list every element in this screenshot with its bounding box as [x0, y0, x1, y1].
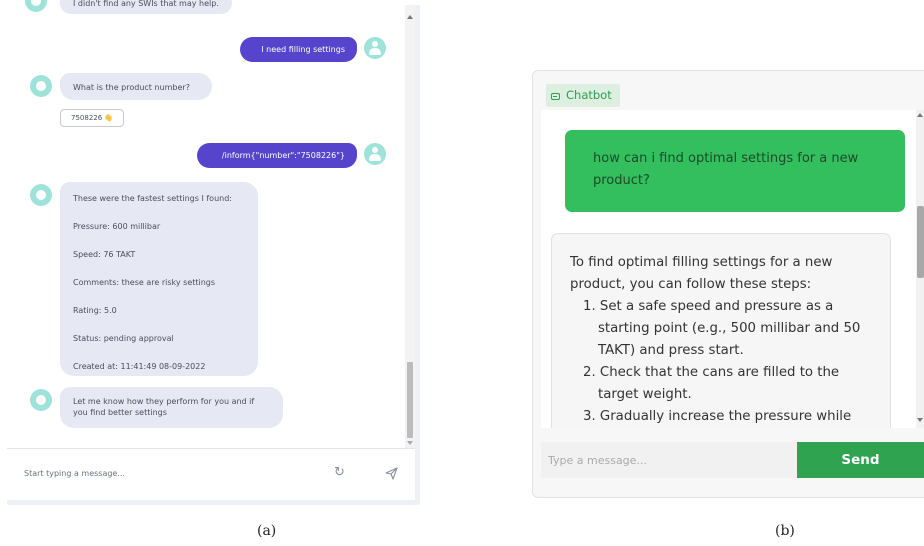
message-input[interactable] — [541, 442, 797, 478]
bot-message: Let me know how they perform for you and… — [60, 387, 283, 428]
send-button[interactable]: Send — [797, 442, 924, 478]
message-line: Pressure: 600 millibar — [73, 222, 161, 231]
message-line: Comments: these are risky settings — [73, 278, 216, 287]
step-continuation: TAKT) and press start. — [598, 343, 744, 358]
message-text: /inform{"number":"7508226"} — [221, 151, 345, 160]
chat-icon — [551, 93, 560, 100]
user-message: I need filling settings — [240, 37, 357, 62]
scroll-down-arrow-icon[interactable] — [917, 418, 923, 422]
bot-avatar — [30, 389, 52, 411]
step-continuation: target weight. — [598, 387, 692, 402]
refresh-icon[interactable]: ↻ — [334, 466, 345, 480]
bot-message-settings: These were the fastest settings I found:… — [60, 182, 258, 376]
scroll-down-arrow-icon[interactable] — [407, 441, 413, 445]
message-line: To find optimal filling settings for a n… — [570, 255, 833, 270]
message-line: Speed: 76 TAKT — [73, 250, 136, 259]
bot-avatar — [30, 75, 52, 97]
chat-scrollbar[interactable] — [916, 110, 924, 428]
message-text: I didn't find any SWIs that may help. — [73, 0, 219, 8]
user-message: how can i find optimal settings for a ne… — [565, 130, 905, 212]
message-line: product? — [593, 173, 650, 188]
message-line: you find better settings — [73, 408, 167, 417]
message-line: Rating: 5.0 — [73, 306, 117, 315]
bot-message: What is the product number? — [60, 73, 212, 100]
message-line: Status: pending approval — [73, 334, 174, 343]
chat-history-a: I didn't find any SWIs that may help. I … — [7, 0, 405, 448]
bot-message: To find optimal filling settings for a n… — [551, 233, 891, 428]
bot-avatar — [25, 0, 47, 12]
scroll-up-arrow-icon[interactable] — [407, 15, 413, 19]
user-avatar — [364, 143, 386, 165]
chat-scrollbar[interactable] — [405, 5, 415, 447]
quick-reply-button[interactable]: 7508226 👋 — [60, 109, 125, 127]
scroll-thumb[interactable] — [407, 362, 413, 438]
bot-avatar — [30, 184, 52, 206]
chat-history-b: how can i find optimal settings for a ne… — [541, 110, 916, 428]
caption-a: (a) — [257, 523, 277, 539]
user-avatar — [364, 37, 386, 59]
bot-message-partial: I didn't find any SWIs that may help. — [60, 0, 232, 14]
message-text: I need filling settings — [261, 45, 345, 54]
step-continuation: starting point (e.g., 500 millibar and 5… — [598, 321, 861, 336]
message-line: These were the fastest settings I found: — [73, 194, 232, 203]
step-item: 2. Check that the cans are filled to the — [583, 365, 840, 380]
send-icon[interactable] — [385, 467, 398, 480]
message-line: how can i find optimal settings for a ne… — [593, 151, 859, 166]
step-item: 3. Gradually increase the pressure while — [583, 409, 852, 424]
message-input[interactable] — [24, 465, 304, 481]
scroll-up-arrow-icon[interactable] — [917, 113, 923, 117]
scroll-thumb[interactable] — [917, 206, 924, 278]
message-line: Let me know how they perform for you and… — [73, 397, 255, 406]
step-item: 1. Set a safe speed and pressure as a — [583, 299, 834, 314]
message-text: What is the product number? — [73, 83, 190, 92]
message-line: product, you can follow these steps: — [570, 277, 812, 292]
caption-b: (b) — [775, 523, 795, 539]
chatbot-label: Chatbot — [546, 84, 620, 107]
chatbot-label-text: Chatbot — [566, 88, 612, 102]
user-message: /inform{"number":"7508226"} — [197, 143, 357, 168]
message-line: Created at: 11:41:49 08-09-2022 — [73, 362, 206, 371]
